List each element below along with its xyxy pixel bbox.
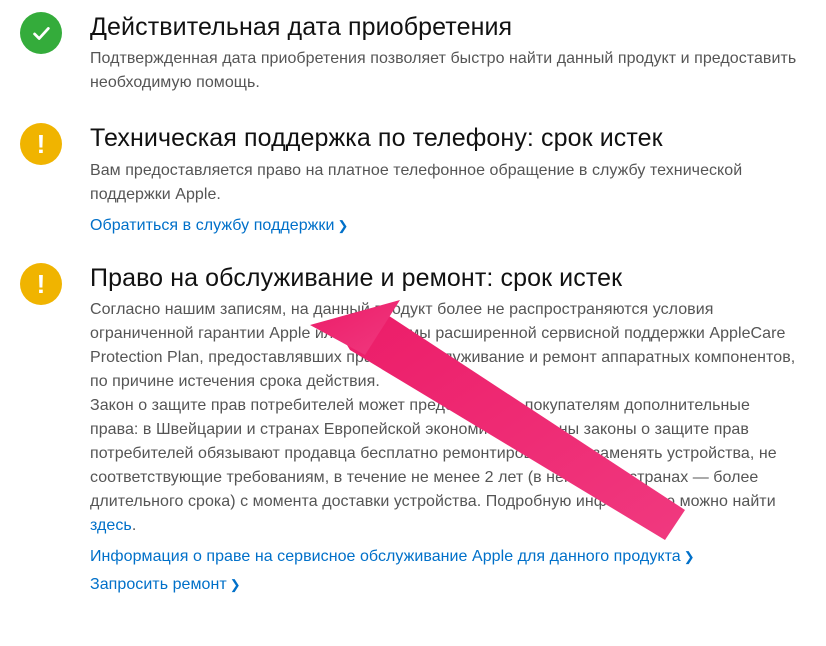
link-label: Информация о праве на сервисное обслужив… <box>90 548 681 565</box>
coverage-section-repairs: ! Право на обслуживание и ремонт: срок и… <box>18 263 808 594</box>
chevron-right-icon: ❯ <box>337 218 348 233</box>
service-coverage-info-link[interactable]: Информация о праве на сервисное обслужив… <box>90 548 695 566</box>
content-column: Действительная дата приобретения Подтвер… <box>90 12 808 95</box>
here-link[interactable]: здесь <box>90 517 132 534</box>
section-body-p1: Согласно нашим записям, на данный продук… <box>90 298 798 394</box>
section-body: Подтвержденная дата приобретения позволя… <box>90 47 798 95</box>
icon-column <box>18 12 90 54</box>
check-icon <box>20 12 62 54</box>
exclaim-icon: ! <box>20 123 62 165</box>
content-column: Право на обслуживание и ремонт: срок ист… <box>90 263 808 594</box>
body-text: . <box>132 517 137 534</box>
content-column: Техническая поддержка по телефону: срок … <box>90 123 808 234</box>
section-body-p2: Закон о защите прав потребителей может п… <box>90 394 798 538</box>
coverage-section-phone-support: ! Техническая поддержка по телефону: сро… <box>18 123 808 234</box>
exclaim-icon: ! <box>20 263 62 305</box>
link-label: Запросить ремонт <box>90 576 227 593</box>
link-label: Обратиться в службу поддержки <box>90 217 334 234</box>
contact-support-link[interactable]: Обратиться в службу поддержки❯ <box>90 217 348 235</box>
chevron-right-icon: ❯ <box>684 549 695 564</box>
request-repair-link[interactable]: Запросить ремонт❯ <box>90 576 241 594</box>
body-text: Закон о защите прав потребителей может п… <box>90 397 777 510</box>
icon-column: ! <box>18 263 90 305</box>
section-title: Действительная дата приобретения <box>90 12 798 43</box>
coverage-section-purchase-date: Действительная дата приобретения Подтвер… <box>18 12 808 95</box>
icon-column: ! <box>18 123 90 165</box>
section-title: Техническая поддержка по телефону: срок … <box>90 123 798 154</box>
chevron-right-icon: ❯ <box>230 577 241 592</box>
section-body: Вам предоставляется право на платное тел… <box>90 159 798 207</box>
section-title: Право на обслуживание и ремонт: срок ист… <box>90 263 798 294</box>
